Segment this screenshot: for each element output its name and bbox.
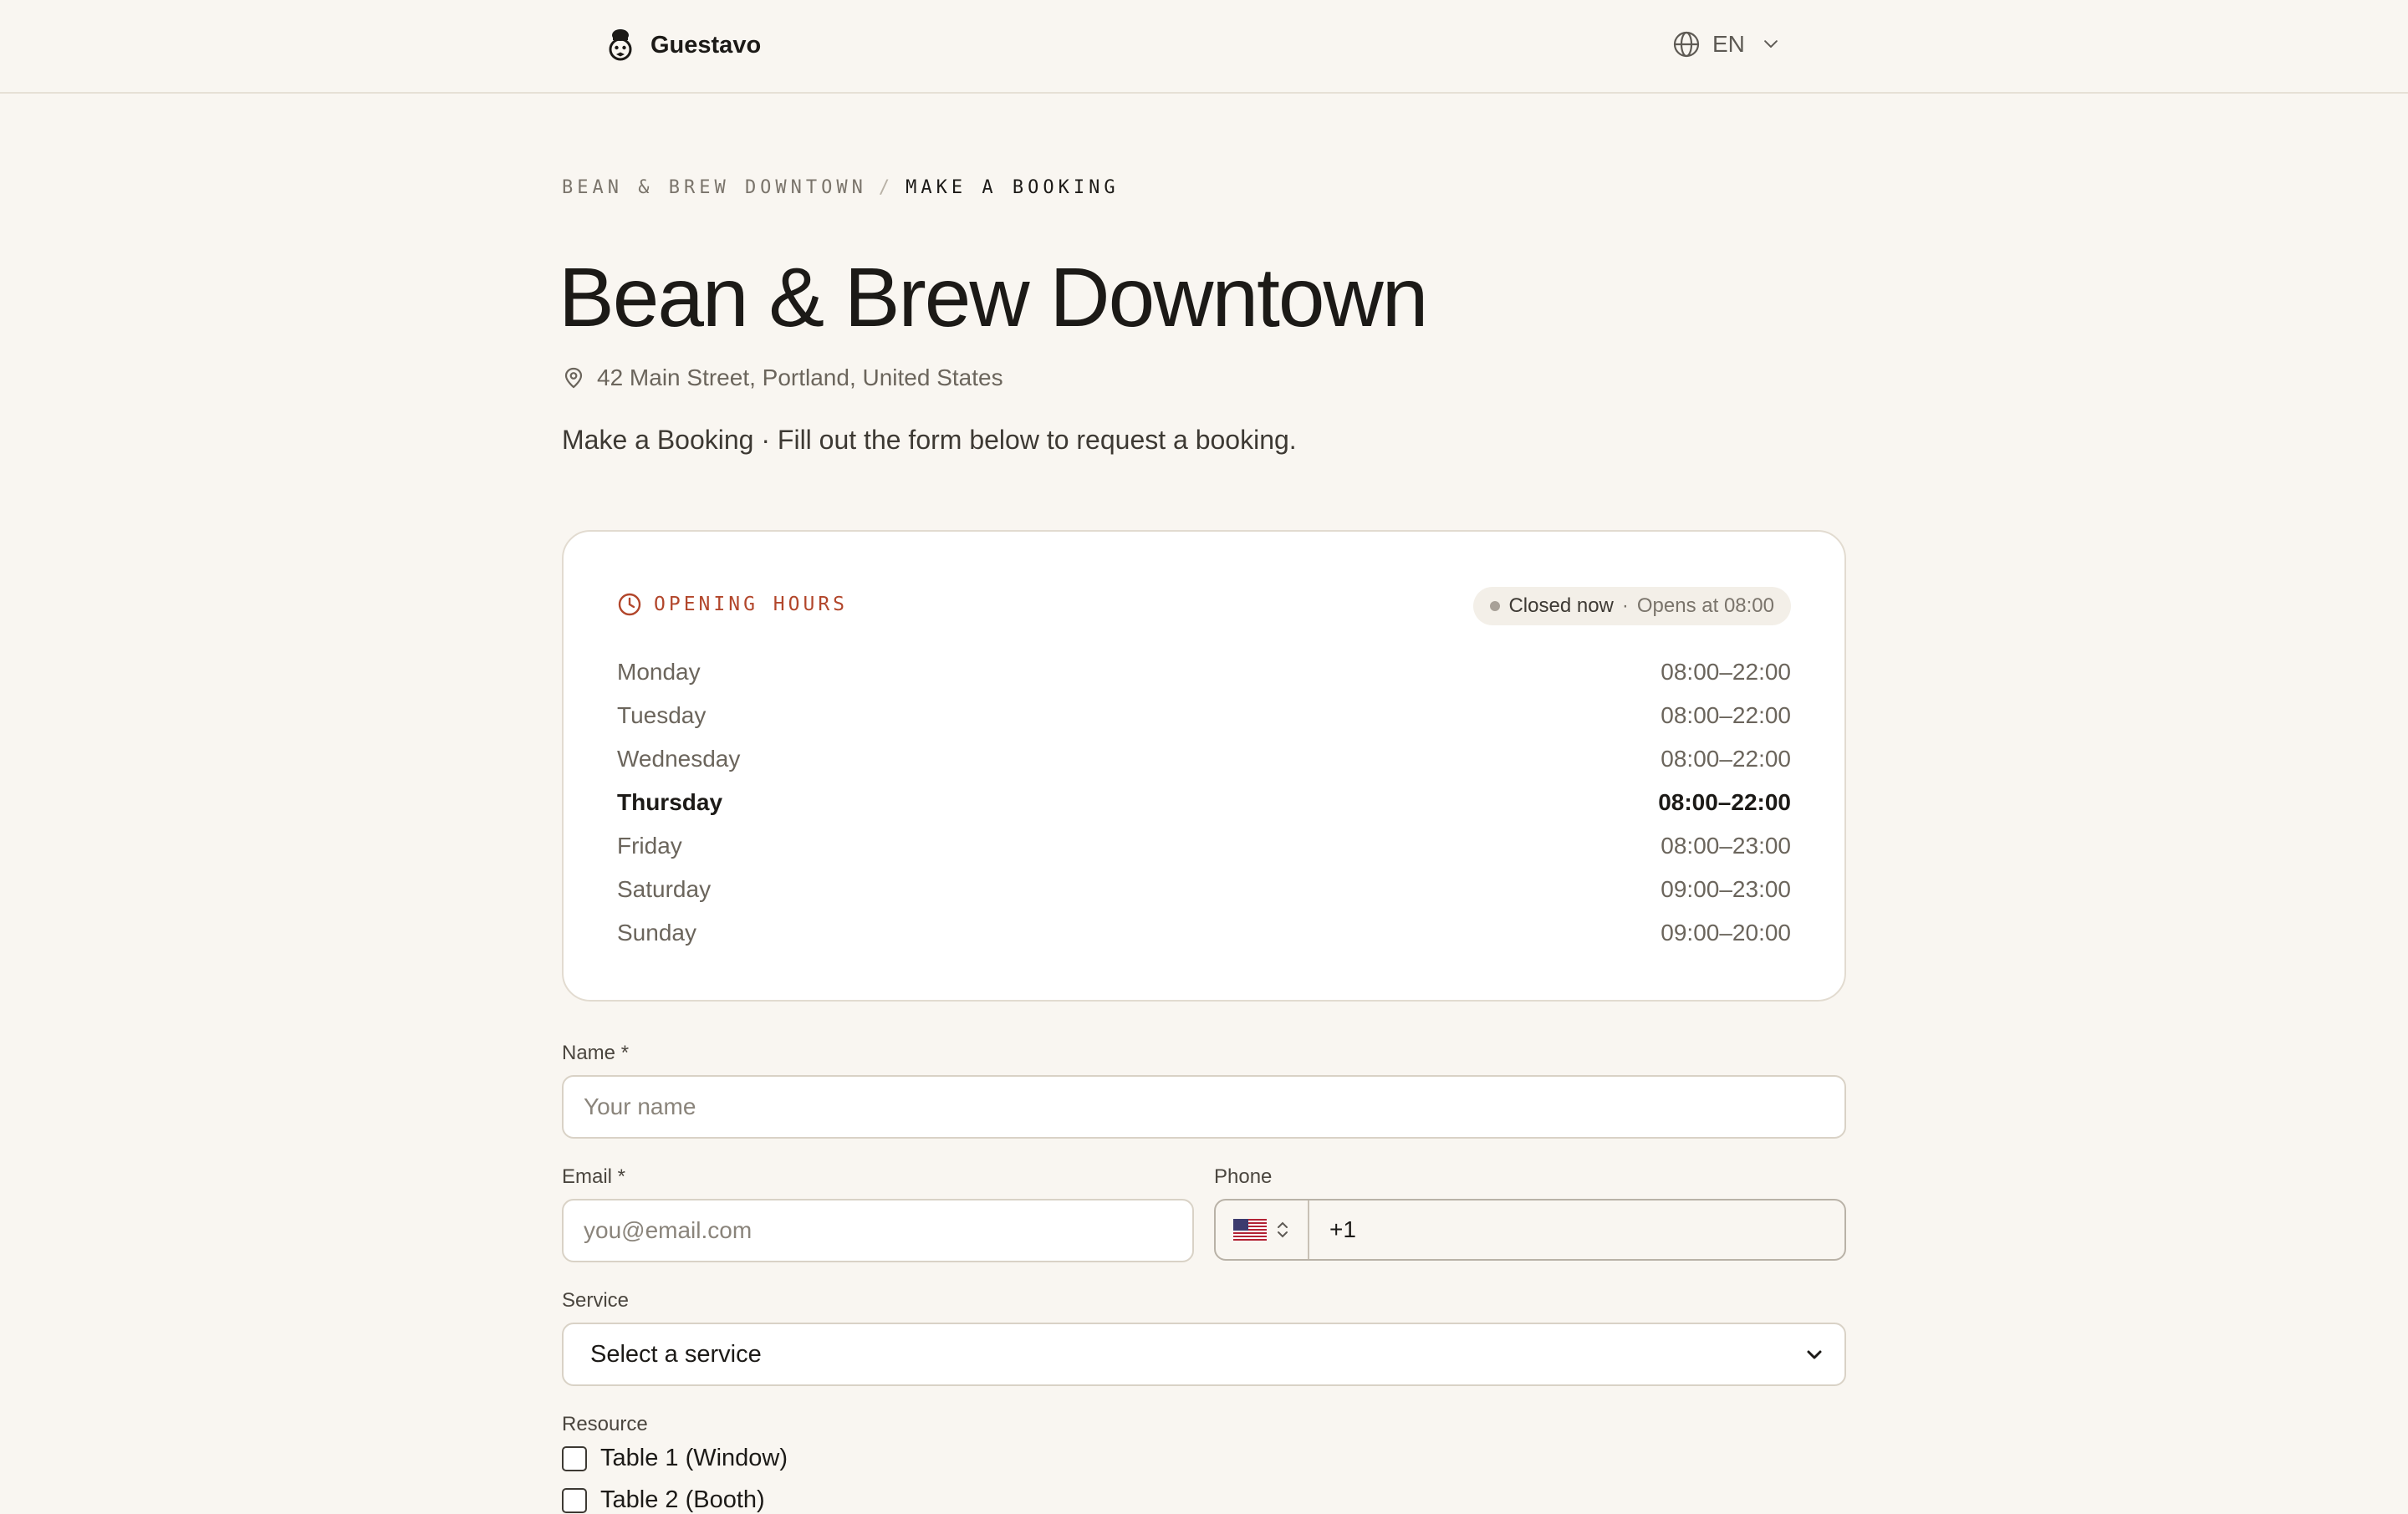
- hours-row-thursday-today: Thursday 08:00–22:00: [617, 781, 1791, 824]
- hours-row-friday: Friday 08:00–23:00: [617, 824, 1791, 868]
- opening-hours-label: OPENING HOURS: [654, 594, 849, 615]
- day-hours: 09:00–20:00: [1661, 920, 1791, 946]
- day-hours: 08:00–22:00: [1661, 702, 1791, 728]
- brand[interactable]: Guestavo: [602, 27, 761, 64]
- hours-row-monday: Monday 08:00–22:00: [617, 650, 1791, 694]
- sort-arrows-icon: [1278, 1221, 1288, 1238]
- breadcrumb: BEAN & BREW DOWNTOWN / MAKE A BOOKING: [562, 177, 1120, 198]
- status-dot: [1490, 601, 1501, 611]
- opening-hours-header: OPENING HOURS: [617, 592, 848, 617]
- globe-icon: [1673, 31, 1700, 58]
- day-label: Monday: [617, 659, 701, 685]
- address-text: 42 Main Street, Portland, United States: [597, 364, 1003, 390]
- hours-row-wednesday: Wednesday 08:00–22:00: [617, 737, 1791, 781]
- country-code-select[interactable]: [1216, 1200, 1309, 1259]
- page-title: Bean & Brew Downtown: [559, 251, 1428, 344]
- status-separator: ·: [1621, 594, 1629, 617]
- venue-address: 42 Main Street, Portland, United States: [562, 364, 1003, 391]
- resource-option-table-2[interactable]: Table 2 (Booth): [562, 1486, 765, 1514]
- brand-name: Guestavo: [650, 31, 762, 59]
- resource-option-label: Table 2 (Booth): [600, 1486, 765, 1513]
- top-navbar: Guestavo EN: [0, 0, 2408, 94]
- day-hours: 08:00–23:00: [1661, 833, 1791, 859]
- open-status-badge: Closed now · Opens at 08:00: [1473, 587, 1791, 625]
- resource-label: Resource: [562, 1413, 648, 1435]
- day-label: Wednesday: [617, 746, 741, 772]
- resource-checkbox[interactable]: [562, 1445, 587, 1471]
- status-text: Closed now: [1508, 594, 1614, 617]
- email-label: Email *: [562, 1165, 626, 1188]
- clock-icon: [618, 593, 641, 616]
- opening-hours-card: OPENING HOURS Closed now · Opens at 08:0…: [562, 530, 1846, 1002]
- name-label: Name *: [562, 1042, 630, 1064]
- name-input[interactable]: [562, 1075, 1846, 1139]
- email-input[interactable]: [562, 1199, 1194, 1262]
- language-selector[interactable]: EN: [1672, 30, 1782, 59]
- status-detail: Opens at 08:00: [1636, 594, 1774, 617]
- day-label: Sunday: [617, 920, 696, 946]
- phone-input[interactable]: +1: [1309, 1216, 1356, 1243]
- day-label: Friday: [617, 833, 682, 859]
- service-select[interactable]: Select a service: [562, 1323, 1846, 1386]
- hours-row-sunday: Sunday 09:00–20:00: [617, 911, 1791, 955]
- resource-checkbox[interactable]: [562, 1487, 587, 1513]
- chevron-down-icon: [1764, 40, 1778, 48]
- phone-field: +1: [1214, 1199, 1846, 1261]
- day-label: Thursday: [617, 789, 723, 815]
- page-subtitle: Make a Booking · Fill out the form below…: [562, 425, 1297, 455]
- service-selected-value: Select a service: [590, 1340, 762, 1368]
- hours-row-saturday: Saturday 09:00–23:00: [617, 868, 1791, 911]
- breadcrumb-current: MAKE A BOOKING: [906, 177, 1120, 198]
- day-label: Tuesday: [617, 702, 707, 728]
- chef-mascot-icon: [609, 29, 632, 61]
- resource-option-label: Table 1 (Window): [600, 1445, 788, 1471]
- resource-option-table-1[interactable]: Table 1 (Window): [562, 1445, 788, 1472]
- language-label: EN: [1712, 31, 1745, 57]
- breadcrumb-venue-link[interactable]: BEAN & BREW DOWNTOWN: [562, 177, 867, 198]
- hours-list: Monday 08:00–22:00 Tuesday 08:00–22:00 W…: [617, 650, 1791, 955]
- hours-row-tuesday: Tuesday 08:00–22:00: [617, 694, 1791, 737]
- day-hours: 09:00–23:00: [1661, 876, 1791, 902]
- chevron-down-icon: [1807, 1350, 1822, 1359]
- day-label: Saturday: [617, 876, 712, 902]
- us-flag-icon: [1233, 1219, 1267, 1241]
- day-hours: 08:00–22:00: [1661, 659, 1791, 685]
- day-hours: 08:00–22:00: [1661, 746, 1791, 772]
- day-hours: 08:00–22:00: [1658, 789, 1791, 815]
- service-label: Service: [562, 1289, 630, 1312]
- phone-label: Phone: [1214, 1165, 1273, 1188]
- map-pin-icon: [564, 367, 583, 389]
- breadcrumb-separator: /: [878, 177, 895, 198]
